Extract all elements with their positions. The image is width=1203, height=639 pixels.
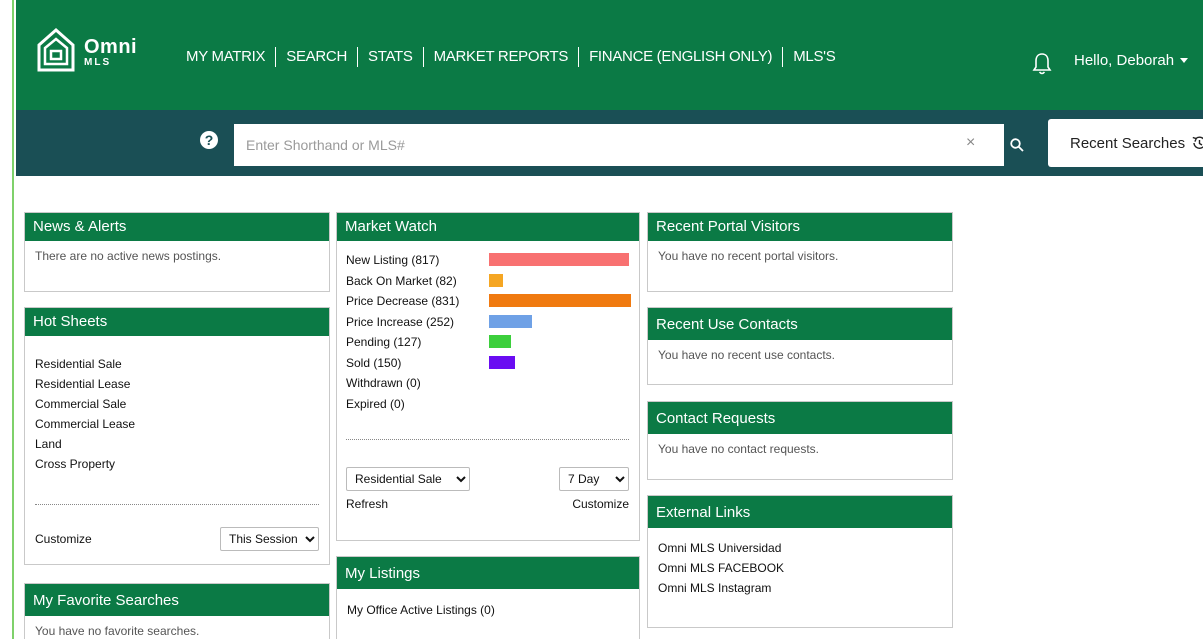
recent-contacts-message: You have no recent use contacts. <box>658 348 836 362</box>
market-watch-row-label: Sold (150) <box>346 355 402 370</box>
market-watch-row-label: Withdrawn (0) <box>346 376 421 390</box>
nav-my-matrix[interactable]: MY MATRIX <box>176 47 277 67</box>
market-watch-row[interactable]: Price Decrease (831) <box>346 292 631 313</box>
market-watch-row[interactable]: Back On Market (82) <box>346 272 629 293</box>
news-alerts-title: News & Alerts <box>25 213 329 241</box>
market-watch-row[interactable]: Withdrawn (0) <box>346 374 629 395</box>
market-watch-row[interactable]: Price Increase (252) <box>346 313 629 334</box>
search-button[interactable] <box>1002 124 1032 166</box>
shorthand-search-input[interactable] <box>234 124 1004 166</box>
search-icon <box>1010 138 1024 152</box>
hot-sheet-residential-lease[interactable]: Residential Lease <box>35 374 319 394</box>
external-links-title: External Links <box>648 496 952 528</box>
top-navigation: Omni MLS MY MATRIX SEARCH STATS MARKET R… <box>16 0 1203 110</box>
search-bar: ? × Recent Searches <box>16 110 1203 176</box>
market-watch-bar[interactable] <box>489 273 503 287</box>
market-watch-bar[interactable] <box>489 355 515 369</box>
hot-sheet-land[interactable]: Land <box>35 434 319 454</box>
main-menu: MY MATRIX SEARCH STATS MARKET REPORTS FI… <box>176 47 845 67</box>
news-message: There are no active news postings. <box>35 249 222 263</box>
portal-visitors-title: Recent Portal Visitors <box>648 213 952 241</box>
nav-stats[interactable]: STATS <box>358 47 424 67</box>
market-watch-row[interactable]: Expired (0) <box>346 395 629 416</box>
market-watch-row-label: New Listing (817) <box>346 253 440 267</box>
market-watch-row-label: Price Decrease (831) <box>346 294 460 308</box>
omni-mls-logo[interactable]: Omni MLS <box>36 27 140 73</box>
market-watch-title: Market Watch <box>337 213 639 241</box>
help-icon[interactable]: ? <box>200 131 218 149</box>
hot-sheet-residential-sale[interactable]: Residential Sale <box>35 354 319 374</box>
favorite-searches-panel: My Favorite Searches You have no favorit… <box>24 583 330 639</box>
favorites-message: You have no favorite searches. <box>35 624 200 638</box>
market-watch-panel: Market Watch New Listing (817) Back On Ma… <box>336 212 640 541</box>
external-link-instagram[interactable]: Omni MLS Instagram <box>658 578 942 598</box>
my-listings-title: My Listings <box>337 557 639 589</box>
office-active-listings-link[interactable]: My Office Active Listings (0) <box>347 603 629 617</box>
left-frame-border <box>0 0 14 639</box>
divider <box>346 439 629 440</box>
news-alerts-panel: News & Alerts There are no active news p… <box>24 212 330 292</box>
market-watch-bar[interactable] <box>489 335 511 348</box>
contact-requests-message: You have no contact requests. <box>658 442 820 456</box>
nav-search[interactable]: SEARCH <box>276 47 358 67</box>
market-watch-period-select[interactable]: 7 Day <box>559 467 629 491</box>
external-link-universidad[interactable]: Omni MLS Universidad <box>658 538 942 558</box>
external-link-facebook[interactable]: Omni MLS FACEBOOK <box>658 558 942 578</box>
market-watch-rows: New Listing (817) Back On Market (82) Pric… <box>346 251 631 416</box>
market-watch-bar[interactable] <box>489 314 532 328</box>
logo-wordmark: Omni <box>84 36 138 58</box>
divider <box>35 504 319 505</box>
market-watch-bar[interactable] <box>489 294 631 307</box>
nav-market-reports[interactable]: MARKET REPORTS <box>424 47 580 67</box>
market-watch-customize-link[interactable]: Customize <box>572 497 629 511</box>
my-listings-panel: My Listings My Office Active Listings (0… <box>336 556 640 639</box>
recent-searches-label: Recent Searches <box>1070 134 1186 152</box>
user-greeting: Hello, Deborah <box>1074 52 1175 69</box>
market-watch-refresh-link[interactable]: Refresh <box>346 497 388 511</box>
market-watch-bar[interactable] <box>489 253 629 266</box>
nav-finance[interactable]: FINANCE (ENGLISH ONLY) <box>579 47 784 67</box>
contact-requests-title: Contact Requests <box>648 402 952 434</box>
portal-visitors-message: You have no recent portal visitors. <box>658 249 839 263</box>
hot-sheets-title: Hot Sheets <box>25 308 329 336</box>
recent-contacts-panel: Recent Use Contacts You have no recent u… <box>647 307 953 385</box>
market-watch-row[interactable]: New Listing (817) <box>346 251 629 272</box>
nav-mlss[interactable]: MLS'S <box>783 47 845 67</box>
market-watch-row-label: Pending (127) <box>346 335 422 349</box>
favorite-searches-title: My Favorite Searches <box>25 584 329 616</box>
hot-sheets-customize-link[interactable]: Customize <box>35 532 92 546</box>
hot-sheets-range-select[interactable]: This Session <box>220 527 319 551</box>
market-watch-row-label: Expired (0) <box>346 396 405 411</box>
portal-visitors-panel: Recent Portal Visitors You have no recen… <box>647 212 953 292</box>
house-logo-icon <box>37 27 75 72</box>
hot-sheets-panel: Hot Sheets Residential Sale Residential … <box>24 307 330 565</box>
external-links-panel: External Links Omni MLS Universidad Omni… <box>647 495 953 628</box>
market-watch-row[interactable]: Sold (150) <box>346 354 629 375</box>
logo-subtitle: MLS <box>84 57 112 68</box>
market-watch-row[interactable]: Pending (127) <box>346 333 629 354</box>
hot-sheet-commercial-lease[interactable]: Commercial Lease <box>35 414 319 434</box>
recent-contacts-title: Recent Use Contacts <box>648 308 952 340</box>
market-watch-row-label: Price Increase (252) <box>346 314 455 329</box>
user-menu[interactable]: Hello, Deborah <box>1074 52 1189 69</box>
hot-sheet-cross-property[interactable]: Cross Property <box>35 454 319 474</box>
market-watch-row-label: Back On Market (82) <box>346 273 457 288</box>
market-watch-type-select[interactable]: Residential Sale <box>346 467 470 491</box>
hot-sheet-commercial-sale[interactable]: Commercial Sale <box>35 394 319 414</box>
contact-requests-panel: Contact Requests You have no contact req… <box>647 401 953 480</box>
recent-searches-button[interactable]: Recent Searches <box>1048 119 1203 167</box>
clear-search-icon[interactable]: × <box>966 134 975 152</box>
bell-icon[interactable] <box>1032 52 1052 76</box>
chevron-down-icon <box>1180 58 1189 63</box>
history-icon <box>1192 136 1203 149</box>
